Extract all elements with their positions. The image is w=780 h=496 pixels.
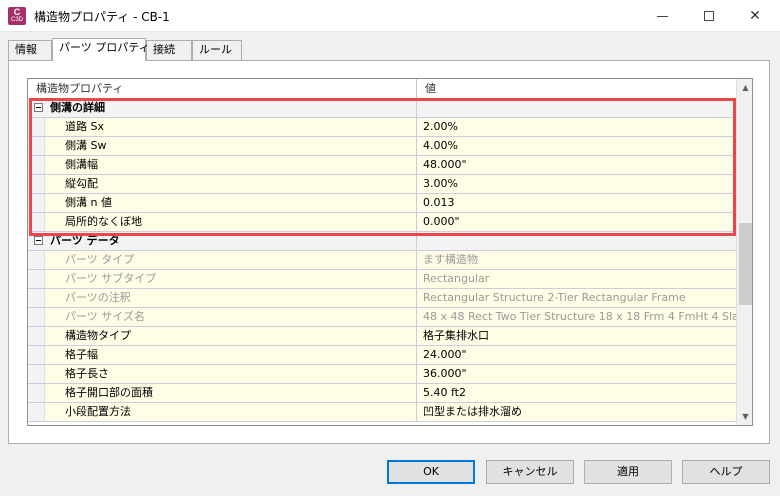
group-value xyxy=(418,99,736,117)
property-value[interactable]: 凹型または排水溜め xyxy=(418,403,736,421)
property-row[interactable]: 格子幅 24.000" xyxy=(28,346,736,365)
property-grid: 構造物プロパティ 値 側溝の詳細 道路 Sx 2.00% 側溝 Sw 4.00% 側… xyxy=(27,78,753,426)
property-value[interactable]: 36.000" xyxy=(418,365,736,383)
scroll-down-arrow-icon[interactable]: ▼ xyxy=(737,408,752,425)
group-row-part-data[interactable]: パーツ データ xyxy=(28,232,736,251)
group-label: 側溝の詳細 xyxy=(28,99,417,117)
ok-button[interactable]: OK xyxy=(387,460,475,484)
property-row[interactable]: 局所的なくぼ地 0.000" xyxy=(28,213,736,232)
help-button[interactable]: ヘルプ xyxy=(682,460,770,484)
property-name: パーツ サブタイプ xyxy=(28,270,417,288)
window-title: 構造物プロパティ - CB-1 xyxy=(34,10,170,24)
property-row: パーツの注釈 Rectangular Structure 2-Tier Recta… xyxy=(28,289,736,308)
property-name: 縦勾配 xyxy=(28,175,417,193)
property-name: パーツ タイプ xyxy=(28,251,417,269)
group-row-gutter-details[interactable]: 側溝の詳細 xyxy=(28,99,736,118)
property-name: パーツ サイズ名 xyxy=(28,308,417,326)
property-name: 側溝 n 値 xyxy=(28,194,417,212)
grid-header: 構造物プロパティ 値 xyxy=(28,79,736,99)
property-row[interactable]: 構造物タイプ 格子集排水口 xyxy=(28,327,736,346)
scroll-up-arrow-icon[interactable]: ▲ xyxy=(737,79,752,96)
property-value[interactable]: 0.000" xyxy=(418,213,736,231)
property-name: 局所的なくぼ地 xyxy=(28,213,417,231)
property-name: 格子長さ xyxy=(28,365,417,383)
minimize-icon xyxy=(657,16,668,17)
property-row[interactable]: 側溝幅 48.000" xyxy=(28,156,736,175)
property-value: Rectangular xyxy=(423,272,490,285)
apply-button[interactable]: 適用 xyxy=(584,460,672,484)
property-value[interactable]: 5.40 ft2 xyxy=(418,384,736,402)
vertical-scrollbar[interactable]: ▲ ▼ xyxy=(736,79,752,425)
close-icon: ✕ xyxy=(749,8,761,24)
property-row[interactable]: 側溝 Sw 4.00% xyxy=(28,137,736,156)
tab-connections[interactable]: 接続 xyxy=(146,40,192,60)
column-header-value[interactable]: 値 xyxy=(417,79,736,99)
property-value[interactable]: 格子集排水口 xyxy=(418,327,736,345)
app-icon: C C3D xyxy=(8,7,26,25)
property-row: パーツ サブタイプ Rectangular xyxy=(28,270,736,289)
cancel-button[interactable]: キャンセル xyxy=(486,460,574,484)
property-row[interactable]: 道路 Sx 2.00% xyxy=(28,118,736,137)
property-row[interactable]: 格子長さ 36.000" xyxy=(28,365,736,384)
app-icon-sub: C3D xyxy=(10,17,23,23)
maximize-icon xyxy=(704,11,714,21)
tab-part-properties[interactable]: パーツ プロパティ xyxy=(52,38,150,61)
property-value[interactable]: 48.000" xyxy=(418,156,736,174)
property-value[interactable]: 4.00% xyxy=(418,137,736,155)
property-value: 48 x 48 Rect Two Tier Structure 18 x 18 … xyxy=(423,310,736,323)
property-row[interactable]: 格子開口部の面積 5.40 ft2 xyxy=(28,384,736,403)
minimize-button[interactable] xyxy=(640,0,686,32)
grid-rows: 側溝の詳細 道路 Sx 2.00% 側溝 Sw 4.00% 側溝幅 48.000" 縦… xyxy=(28,99,736,422)
property-value[interactable]: 3.00% xyxy=(418,175,736,193)
property-name: パーツの注釈 xyxy=(28,289,417,307)
tab-rules[interactable]: ルール xyxy=(192,40,242,60)
title-bar: C C3D 構造物プロパティ - CB-1 ✕ xyxy=(0,0,780,32)
maximize-button[interactable] xyxy=(686,0,732,32)
property-name: 格子開口部の面積 xyxy=(28,384,417,402)
property-name: 側溝幅 xyxy=(28,156,417,174)
property-value: ます構造物 xyxy=(423,253,478,266)
tab-info[interactable]: 情報 xyxy=(8,40,52,60)
property-value[interactable]: 24.000" xyxy=(418,346,736,364)
property-name: 道路 Sx xyxy=(28,118,417,136)
property-name: 側溝 Sw xyxy=(28,137,417,155)
property-row[interactable]: 側溝 n 値 0.013 xyxy=(28,194,736,213)
property-value[interactable]: 2.00% xyxy=(418,118,736,136)
group-label: パーツ データ xyxy=(28,232,417,250)
property-name: 格子幅 xyxy=(28,346,417,364)
property-row[interactable]: 小段配置方法 凹型または排水溜め xyxy=(28,403,736,422)
scrollbar-thumb[interactable] xyxy=(739,223,752,305)
property-name: 構造物タイプ xyxy=(28,327,417,345)
property-row: パーツ タイプ ます構造物 xyxy=(28,251,736,270)
property-row[interactable]: 縦勾配 3.00% xyxy=(28,175,736,194)
column-header-property[interactable]: 構造物プロパティ xyxy=(28,79,417,99)
property-name: 小段配置方法 xyxy=(28,403,417,421)
group-value xyxy=(418,232,736,250)
property-value[interactable]: 0.013 xyxy=(418,194,736,212)
close-button[interactable]: ✕ xyxy=(732,0,778,32)
property-row: パーツ サイズ名 48 x 48 Rect Two Tier Structure … xyxy=(28,308,736,327)
app-icon-letter: C xyxy=(13,7,21,17)
property-value: Rectangular Structure 2-Tier Rectangular… xyxy=(423,291,686,304)
